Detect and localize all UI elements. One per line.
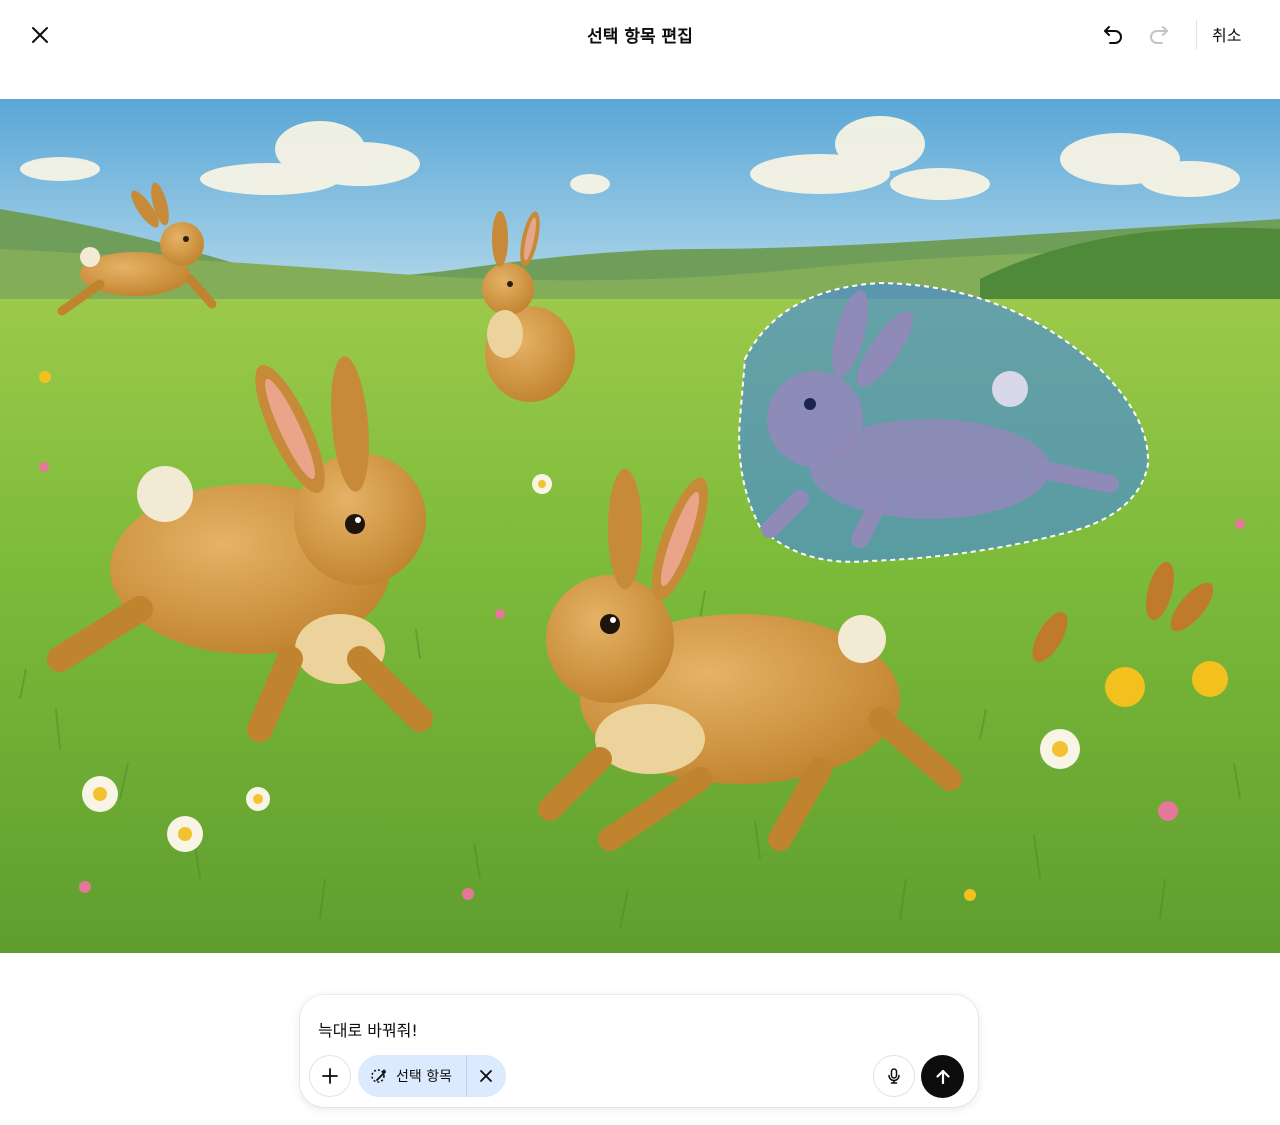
remove-selection-button[interactable] (467, 1055, 505, 1097)
prompt-composer: 늑대로 바꿔줘! 선택 항목 (300, 995, 978, 1107)
add-attachment-button[interactable] (309, 1055, 351, 1097)
arrow-up-icon (935, 1069, 950, 1084)
close-icon (480, 1070, 492, 1082)
top-bar: 선택 항목 편집 취소 (0, 0, 1280, 70)
image-canvas[interactable] (0, 99, 1280, 953)
cancel-button[interactable]: 취소 (1212, 22, 1241, 46)
voice-input-button[interactable] (873, 1055, 915, 1097)
undo-button[interactable] (1093, 14, 1133, 54)
plus-icon (322, 1068, 338, 1084)
painting-image (0, 99, 1280, 953)
header-divider (1196, 20, 1197, 50)
redo-icon (1150, 26, 1168, 44)
selection-chip-label: 선택 항목 (396, 1069, 452, 1085)
mic-icon (888, 1068, 900, 1084)
redo-button[interactable] (1139, 14, 1179, 54)
selection-chip: 선택 항목 (358, 1055, 506, 1097)
selection-chip-main[interactable]: 선택 항목 (358, 1055, 467, 1097)
magic-select-icon (371, 1069, 387, 1083)
undo-icon (1104, 26, 1122, 44)
page-title: 선택 항목 편집 (587, 27, 693, 47)
send-button[interactable] (921, 1055, 964, 1098)
prompt-input[interactable]: 늑대로 바꿔줘! (318, 1017, 418, 1041)
